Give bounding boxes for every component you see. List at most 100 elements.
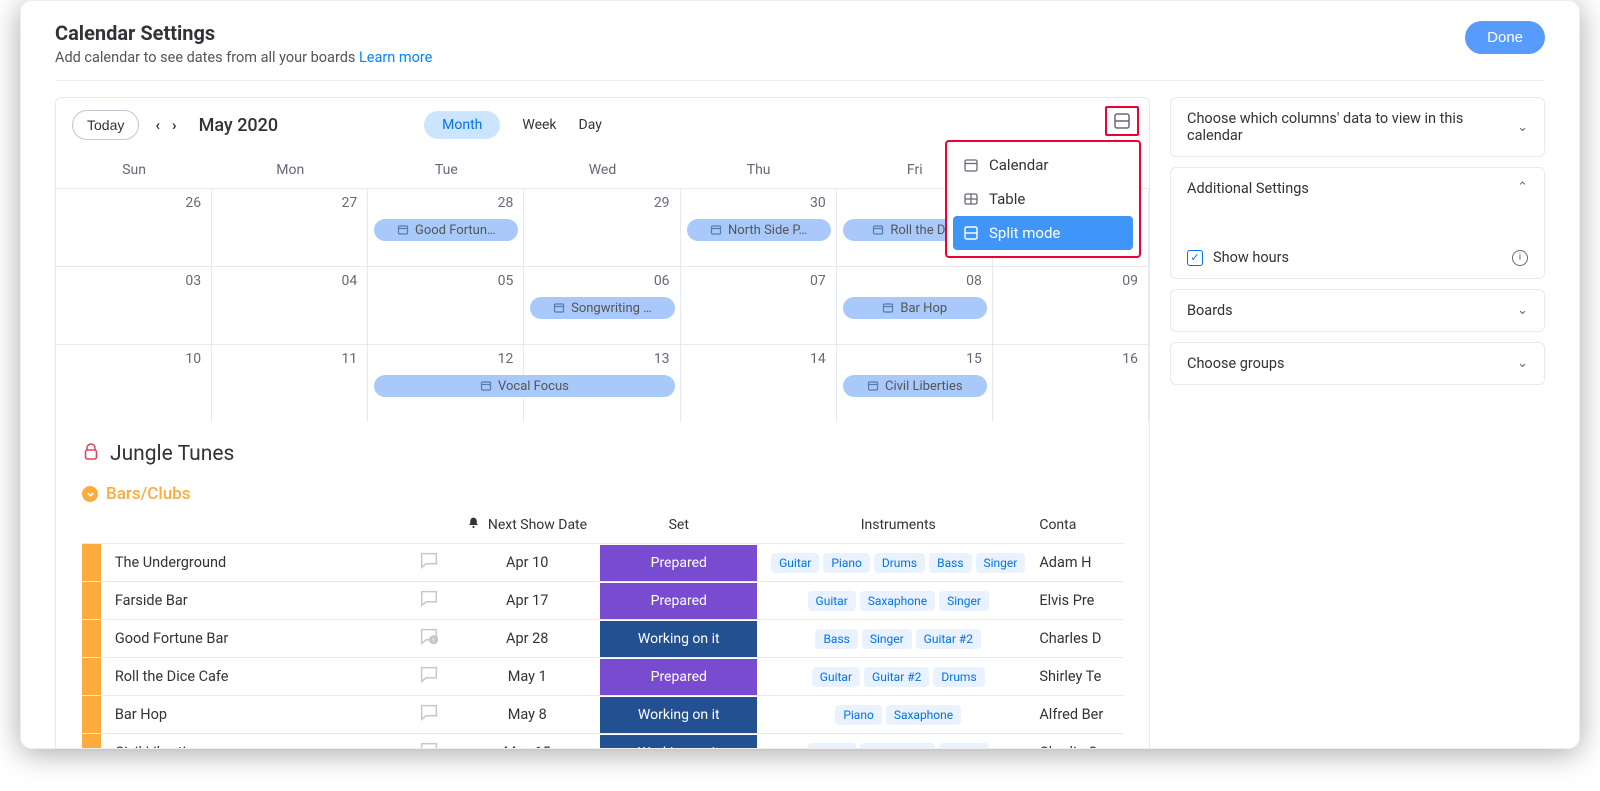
calendar-cell[interactable]: 05 (368, 267, 524, 344)
chat-button[interactable] (404, 696, 454, 734)
instrument-tag[interactable]: Saxaphone (886, 705, 961, 725)
chat-button[interactable] (404, 582, 454, 620)
calendar-event[interactable]: Songwriting … (530, 297, 674, 319)
status-cell[interactable]: Working on it (600, 696, 757, 734)
groups-panel[interactable]: Choose groups ⌄ (1170, 342, 1545, 385)
calendar-cell[interactable]: 16 (993, 345, 1149, 422)
table-row[interactable]: The UndergroundApr 10PreparedGuitarPiano… (82, 544, 1123, 582)
instrument-tag[interactable]: Drums (933, 667, 984, 687)
instrument-tag[interactable]: Bass (815, 629, 857, 649)
instrument-tag[interactable]: Guitar (771, 553, 819, 573)
item-name[interactable]: The Underground (101, 544, 404, 582)
menu-item-calendar[interactable]: Calendar (953, 148, 1133, 182)
item-name[interactable]: Farside Bar (101, 582, 404, 620)
today-button[interactable]: Today (72, 110, 139, 140)
prev-button[interactable]: ‹ (155, 116, 160, 134)
calendar-cell[interactable]: 11 (212, 345, 368, 422)
table-row[interactable]: Civil LibertiesMay 15Working on itGuitar… (82, 734, 1123, 750)
calendar-cell[interactable]: 29 (524, 189, 680, 266)
table-row[interactable]: Bar HopMay 8Working on itPianoSaxaphoneA… (82, 696, 1123, 734)
calendar-event[interactable]: Vocal Focus (374, 375, 674, 397)
columns-panel[interactable]: Choose which columns' data to view in th… (1170, 97, 1545, 157)
lock-icon (82, 442, 100, 466)
table-row[interactable]: Farside BarApr 17PreparedGuitarSaxaphone… (82, 582, 1123, 620)
date-cell[interactable]: May 8 (454, 696, 600, 734)
calendar-cell[interactable]: 07 (681, 267, 837, 344)
date-cell[interactable]: Apr 10 (454, 544, 600, 582)
split-mode-toggle[interactable] (1105, 106, 1139, 136)
calendar-cell[interactable]: 27 (212, 189, 368, 266)
done-button[interactable]: Done (1465, 21, 1545, 54)
contact-cell[interactable]: Alfred Ber (1039, 696, 1123, 734)
date-cell[interactable]: Apr 17 (454, 582, 600, 620)
instrument-tag[interactable]: Saxaphone (860, 743, 935, 750)
info-icon[interactable]: i (1512, 250, 1528, 266)
view-day[interactable]: Day (579, 117, 602, 133)
table-row[interactable]: Good Fortune Bar1Apr 28Working on itBass… (82, 620, 1123, 658)
contact-cell[interactable]: Adam H (1039, 544, 1123, 582)
additional-settings-panel[interactable]: Additional Settings ⌃ ✓ Show hours i (1170, 167, 1545, 279)
view-month[interactable]: Month (424, 111, 500, 139)
contact-cell[interactable]: Charlie C (1039, 734, 1123, 750)
calendar-event[interactable]: North Side P… (687, 219, 831, 241)
contact-cell[interactable]: Elvis Pre (1039, 582, 1123, 620)
item-name[interactable]: Good Fortune Bar (101, 620, 404, 658)
view-week[interactable]: Week (522, 117, 556, 133)
calendar-cell[interactable]: 14 (681, 345, 837, 422)
status-cell[interactable]: Prepared (600, 658, 757, 696)
instrument-tag[interactable]: Singer (976, 553, 1026, 573)
chat-button[interactable] (404, 544, 454, 582)
instrument-tag[interactable]: Drums (874, 553, 925, 573)
instrument-tag[interactable]: Guitar (812, 667, 860, 687)
calendar-cell[interactable]: 04 (212, 267, 368, 344)
instrument-tag[interactable]: Singer (862, 629, 912, 649)
calendar-event[interactable]: Bar Hop (843, 297, 987, 319)
instrument-tag[interactable]: Bass (929, 553, 971, 573)
status-cell[interactable]: Prepared (600, 544, 757, 582)
instrument-tag[interactable]: Guitar (808, 591, 856, 611)
date-cell[interactable]: Apr 28 (454, 620, 600, 658)
instruments-cell[interactable]: GuitarPianoDrumsBassSinger (757, 544, 1039, 582)
instrument-tag[interactable]: Singer (939, 743, 989, 750)
item-name[interactable]: Roll the Dice Cafe (101, 658, 404, 696)
boards-panel[interactable]: Boards ⌄ (1170, 289, 1545, 332)
calendar-cell[interactable]: 09 (993, 267, 1149, 344)
next-button[interactable]: › (172, 116, 177, 134)
calendar-cell[interactable]: 03 (56, 267, 212, 344)
menu-item-table[interactable]: Table (953, 182, 1133, 216)
chat-button[interactable] (404, 734, 454, 750)
instruments-cell[interactable]: GuitarSaxaphoneSinger (757, 582, 1039, 620)
instrument-tag[interactable]: Singer (939, 591, 989, 611)
calendar-cell[interactable]: 10 (56, 345, 212, 422)
status-cell[interactable]: Prepared (600, 582, 757, 620)
chat-button[interactable] (404, 658, 454, 696)
instruments-cell[interactable]: BassSingerGuitar #2 (757, 620, 1039, 658)
calendar-event[interactable]: Civil Liberties (843, 375, 987, 397)
instruments-cell[interactable]: Guitar Saxaphone Singer (757, 734, 1039, 750)
instrument-tag[interactable]: Guitar (808, 743, 856, 750)
chat-button[interactable]: 1 (404, 620, 454, 658)
date-cell[interactable]: May 15 (454, 734, 600, 750)
item-name[interactable]: Bar Hop (101, 696, 404, 734)
instrument-tag[interactable]: Guitar #2 (916, 629, 981, 649)
status-cell[interactable]: Working on it (600, 620, 757, 658)
show-hours-checkbox[interactable]: ✓ (1187, 250, 1203, 266)
learn-more-link[interactable]: Learn more (359, 49, 432, 66)
instrument-tag[interactable]: Piano (823, 553, 870, 573)
status-cell[interactable]: Working on it (600, 734, 757, 750)
item-name[interactable]: Civil Liberties (101, 734, 404, 750)
date-cell[interactable]: May 1 (454, 658, 600, 696)
contact-cell[interactable]: Charles D (1039, 620, 1123, 658)
instrument-tag[interactable]: Guitar #2 (864, 667, 929, 687)
calendar-icon (882, 302, 894, 314)
instrument-tag[interactable]: Saxaphone (860, 591, 935, 611)
calendar-event[interactable]: Good Fortun… (374, 219, 518, 241)
calendar-cell[interactable]: 26 (56, 189, 212, 266)
group-header[interactable]: Bars/Clubs (82, 484, 1123, 504)
instrument-tag[interactable]: Piano (835, 705, 882, 725)
instruments-cell[interactable]: PianoSaxaphone (757, 696, 1039, 734)
menu-item-split[interactable]: Split mode (953, 216, 1133, 250)
table-row[interactable]: Roll the Dice CafeMay 1PreparedGuitarGui… (82, 658, 1123, 696)
instruments-cell[interactable]: GuitarGuitar #2Drums (757, 658, 1039, 696)
contact-cell[interactable]: Shirley Te (1039, 658, 1123, 696)
